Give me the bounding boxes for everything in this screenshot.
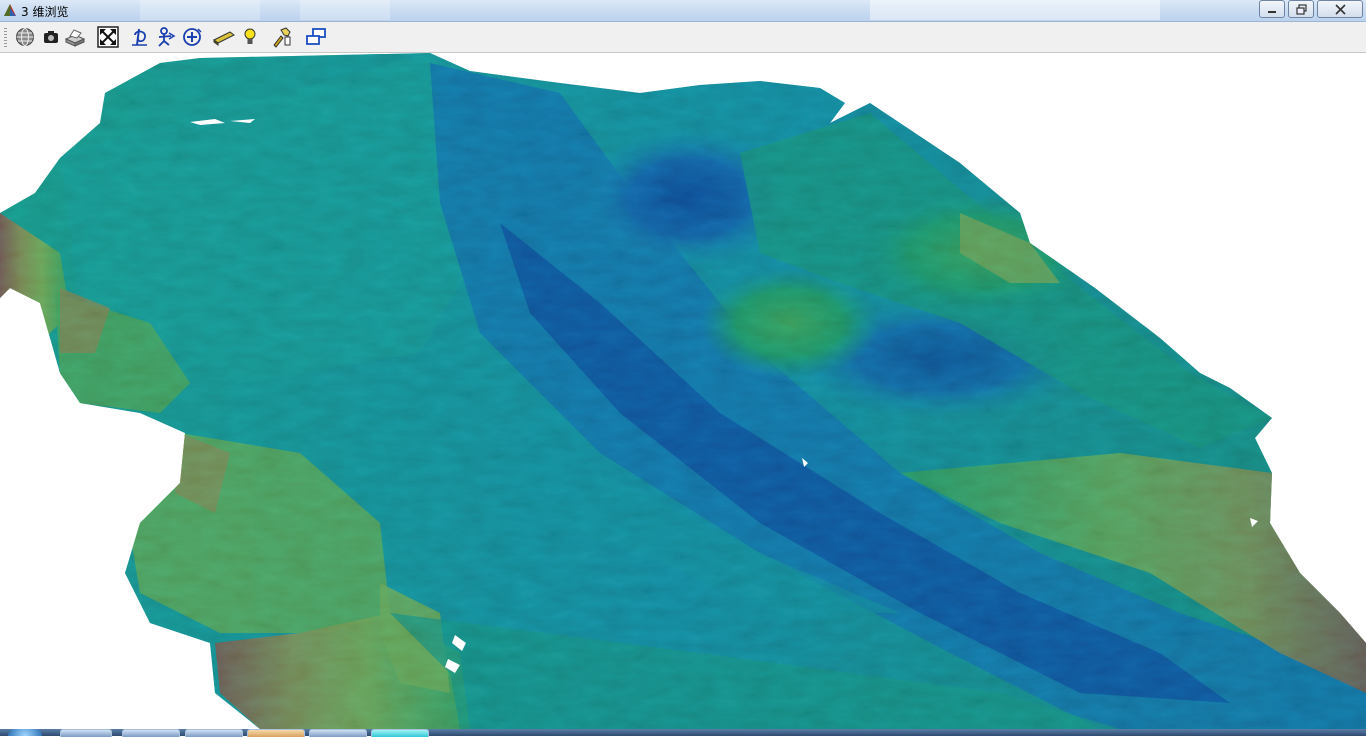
zoom-in-icon (183, 28, 202, 46)
close-button[interactable] (1317, 0, 1363, 18)
3d-view-canvas[interactable] (0, 53, 1366, 729)
minimize-icon (1268, 11, 1276, 13)
rotate-icon (132, 28, 147, 46)
title-bar-background-ghost (300, 0, 390, 20)
window-layout-tool-button[interactable] (304, 25, 328, 49)
restore-icon (1295, 3, 1307, 15)
title-bar-background-ghost (870, 0, 1160, 20)
pan-person-icon (158, 27, 176, 47)
rotate-tool-button[interactable] (128, 25, 152, 49)
terrain-texture (0, 53, 1366, 729)
window-title: 3 维浏览 (21, 5, 69, 19)
snapshot-tool-button[interactable] (39, 25, 63, 49)
title-bar-background-ghost (140, 0, 260, 20)
globe-tool-button[interactable] (13, 25, 37, 49)
toolbar (0, 22, 1366, 53)
windows-icon (306, 28, 326, 45)
minimize-button[interactable] (1259, 0, 1285, 18)
zoom-tool-button[interactable] (180, 25, 204, 49)
camera-icon (44, 31, 58, 43)
print-tool-button[interactable] (63, 25, 87, 49)
start-button[interactable] (8, 729, 42, 736)
window-controls (1256, 0, 1363, 18)
full-extent-tool-button[interactable] (96, 25, 120, 49)
bathymetry-surface[interactable] (0, 53, 1366, 729)
settings-tool-button[interactable] (270, 25, 294, 49)
tool-hand-icon (273, 27, 291, 48)
restore-button[interactable] (1288, 0, 1314, 18)
close-icon (1334, 3, 1346, 15)
app-logo-icon (4, 4, 16, 16)
expand-arrows-icon (97, 26, 119, 48)
tablet-icon (213, 31, 235, 46)
pan-tool-button[interactable] (154, 25, 178, 49)
lightbulb-icon (244, 28, 256, 44)
window-title-bar: 3 维浏览 (0, 0, 1366, 22)
os-taskbar (0, 729, 1366, 737)
surface-tool-button[interactable] (212, 25, 236, 49)
printer-icon (64, 29, 86, 47)
toolbar-grip[interactable] (4, 28, 7, 48)
light-tool-button[interactable] (238, 25, 262, 49)
globe-icon (16, 28, 34, 46)
